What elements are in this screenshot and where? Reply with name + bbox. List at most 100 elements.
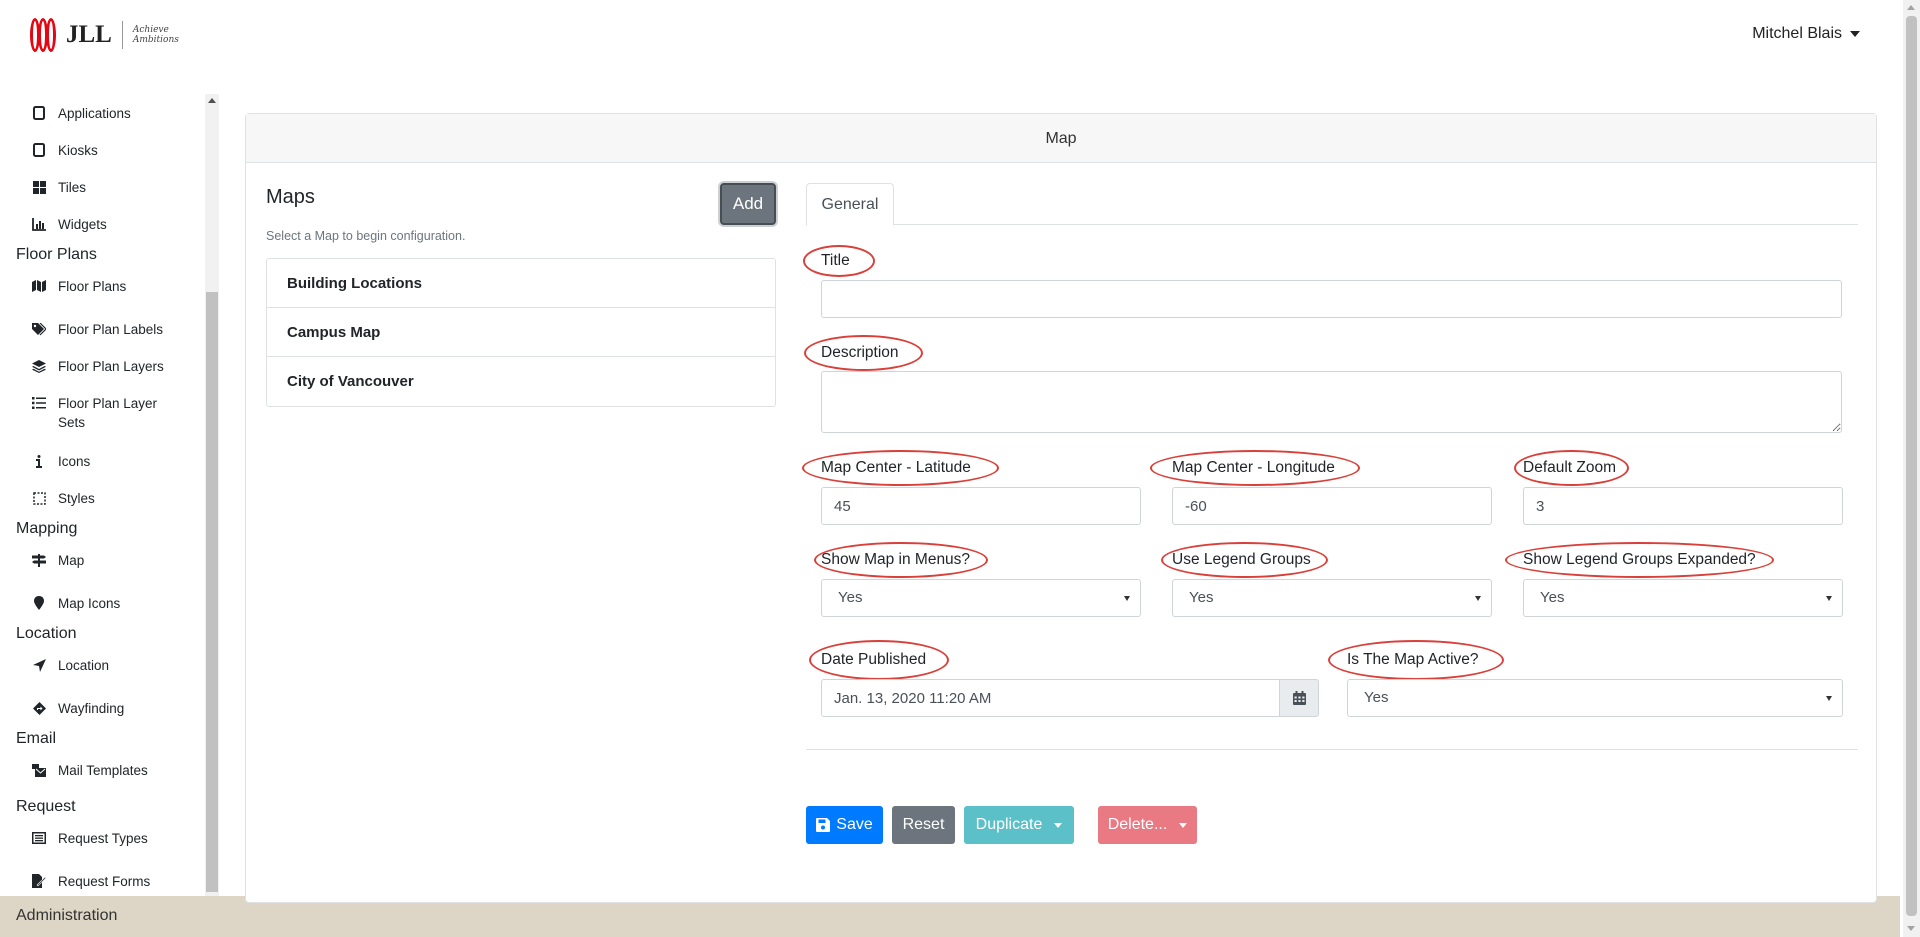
delete-button[interactable]: Delete... bbox=[1098, 806, 1197, 844]
default-zoom-input[interactable] bbox=[1523, 487, 1843, 525]
tagline-line-2: Ambitions bbox=[132, 35, 179, 45]
title-input[interactable] bbox=[821, 280, 1842, 318]
sidebar-item-label: Floor Plan Layer Sets bbox=[58, 396, 158, 430]
sidebar-item-label: Applications bbox=[58, 106, 131, 121]
sidebar-item-label: Map Icons bbox=[58, 596, 121, 611]
tags-icon bbox=[32, 322, 46, 336]
sidebar-item-request-forms[interactable]: Request Forms bbox=[0, 862, 205, 896]
latitude-input[interactable] bbox=[821, 487, 1141, 525]
sidebar-item-label: Floor Plan Labels bbox=[58, 322, 164, 337]
sidebar-item-map[interactable]: Map bbox=[0, 547, 205, 584]
sidebar-item-tiles[interactable]: Tiles bbox=[0, 168, 205, 205]
scroll-up-arrow-icon[interactable] bbox=[208, 98, 216, 103]
sidebar-item-applications[interactable]: Applications bbox=[0, 94, 205, 131]
sidebar-item-request-types[interactable]: Request Types bbox=[0, 825, 205, 862]
footer-label[interactable]: Administration bbox=[16, 907, 117, 925]
sidebar-heading-floor-plans: Floor Plans bbox=[16, 246, 97, 263]
sidebar-item-label: Floor Plans bbox=[58, 279, 127, 294]
maps-subtitle: Select a Map to begin configuration. bbox=[266, 229, 466, 243]
sidebar-heading-mapping: Mapping bbox=[16, 520, 78, 537]
sidebar-item-label: Tiles bbox=[58, 180, 87, 195]
add-map-button[interactable]: Add bbox=[720, 183, 776, 225]
file-signature-icon bbox=[32, 874, 46, 888]
use-legend-groups-select[interactable]: Yes bbox=[1172, 579, 1492, 617]
jll-logo-icon bbox=[30, 18, 60, 52]
calendar-button[interactable] bbox=[1279, 679, 1319, 717]
page-scroll-thumb[interactable] bbox=[1906, 16, 1917, 916]
sidebar-item-floor-plan-layers[interactable]: Floor Plan Layers bbox=[0, 347, 205, 384]
longitude-input[interactable] bbox=[1172, 487, 1492, 525]
tagline-line-1: Achieve bbox=[132, 25, 169, 35]
select-value: Yes bbox=[838, 589, 863, 606]
tablet-icon bbox=[32, 143, 46, 157]
select-arrow-icon bbox=[1124, 596, 1130, 601]
jll-logo[interactable]: JLL Achieve Ambitions bbox=[30, 18, 179, 52]
title-label: Title bbox=[821, 252, 850, 269]
brand-tagline: Achieve Ambitions bbox=[133, 25, 179, 45]
sidebar-item-widgets[interactable]: Widgets bbox=[0, 205, 205, 242]
sidebar-item-styles[interactable]: Styles bbox=[0, 479, 205, 516]
list-icon bbox=[32, 396, 46, 410]
page-scrollbar[interactable] bbox=[1903, 0, 1920, 937]
sidebar-item-kiosks[interactable]: Kiosks bbox=[0, 131, 205, 168]
sidebar-item-icons[interactable]: Icons bbox=[0, 442, 205, 479]
tab-general[interactable]: General bbox=[806, 183, 894, 226]
brand-name: JLL bbox=[66, 21, 112, 48]
scroll-down-arrow-icon[interactable] bbox=[1907, 926, 1915, 931]
show-map-in-menus-label: Show Map in Menus? bbox=[821, 551, 971, 568]
map-list: Building Locations Campus Map City of Va… bbox=[266, 258, 776, 407]
description-label: Description bbox=[821, 344, 899, 361]
default-zoom-label: Default Zoom bbox=[1523, 459, 1617, 476]
app-header: JLL Achieve Ambitions Mitchel Blais bbox=[0, 0, 1900, 78]
info-icon bbox=[32, 454, 46, 468]
list-item[interactable]: Campus Map bbox=[267, 308, 775, 357]
delete-label: Delete... bbox=[1107, 816, 1168, 833]
sidebar-item-floor-plan-layer-sets[interactable]: Floor Plan Layer Sets bbox=[0, 384, 205, 442]
sidebar-item-label: Mail Templates bbox=[58, 763, 148, 778]
form-divider bbox=[806, 749, 1858, 750]
sidebar-scroll-thumb[interactable] bbox=[206, 292, 218, 892]
card-title: Map bbox=[246, 114, 1876, 163]
select-value: Yes bbox=[1189, 589, 1214, 606]
signs-icon bbox=[32, 553, 46, 567]
select-arrow-icon bbox=[1826, 696, 1832, 701]
sidebar-item-label: Widgets bbox=[58, 217, 107, 232]
show-legend-groups-expanded-select[interactable]: Yes bbox=[1523, 579, 1843, 617]
sidebar-item-label: Location bbox=[58, 658, 110, 673]
date-published-input[interactable] bbox=[821, 679, 1280, 717]
sidebar-item-location[interactable]: Location bbox=[0, 652, 205, 689]
is-map-active-select[interactable]: Yes bbox=[1347, 679, 1843, 717]
description-textarea[interactable] bbox=[821, 371, 1842, 433]
reset-button[interactable]: Reset bbox=[892, 806, 955, 844]
sidebar-item-floor-plans[interactable]: Floor Plans bbox=[0, 273, 205, 310]
save-button[interactable]: Save bbox=[806, 806, 883, 844]
longitude-label: Map Center - Longitude bbox=[1172, 459, 1335, 476]
caret-down-icon bbox=[1850, 31, 1860, 37]
list-item[interactable]: Building Locations bbox=[267, 259, 775, 308]
location-arrow-icon bbox=[32, 658, 46, 672]
sidebar-scrollbar[interactable] bbox=[205, 94, 219, 896]
sidebar-item-map-icons[interactable]: Map Icons bbox=[0, 584, 205, 621]
sidebar-item-label: Floor Plan Layers bbox=[58, 359, 164, 374]
show-legend-groups-expanded-label: Show Legend Groups Expanded? bbox=[1523, 551, 1756, 568]
show-map-in-menus-select[interactable]: Yes bbox=[821, 579, 1141, 617]
tiles-icon bbox=[32, 180, 46, 194]
select-value: Yes bbox=[1364, 689, 1389, 706]
sidebar-item-label: Request Forms bbox=[58, 874, 151, 889]
sidebar-heading-location: Location bbox=[16, 625, 77, 642]
duplicate-button[interactable]: Duplicate bbox=[964, 806, 1074, 844]
sidebar-item-floor-plan-labels[interactable]: Floor Plan Labels bbox=[0, 310, 205, 347]
caret-down-icon bbox=[1179, 822, 1188, 828]
mail-bulk-icon bbox=[32, 763, 46, 777]
save-label: Save bbox=[836, 816, 873, 833]
maps-title: Maps bbox=[266, 186, 315, 208]
use-legend-groups-label: Use Legend Groups bbox=[1172, 551, 1311, 568]
user-menu[interactable]: Mitchel Blais bbox=[1752, 25, 1860, 43]
sidebar-item-wayfinding[interactable]: Wayfinding bbox=[0, 689, 205, 726]
styles-icon bbox=[32, 491, 46, 505]
list-item[interactable]: City of Vancouver bbox=[267, 357, 775, 406]
sidebar-item-mail-templates[interactable]: Mail Templates bbox=[0, 757, 205, 794]
scroll-up-arrow-icon[interactable] bbox=[1907, 5, 1915, 10]
sidebar-item-label: Map bbox=[58, 553, 85, 568]
chart-icon bbox=[32, 217, 46, 231]
